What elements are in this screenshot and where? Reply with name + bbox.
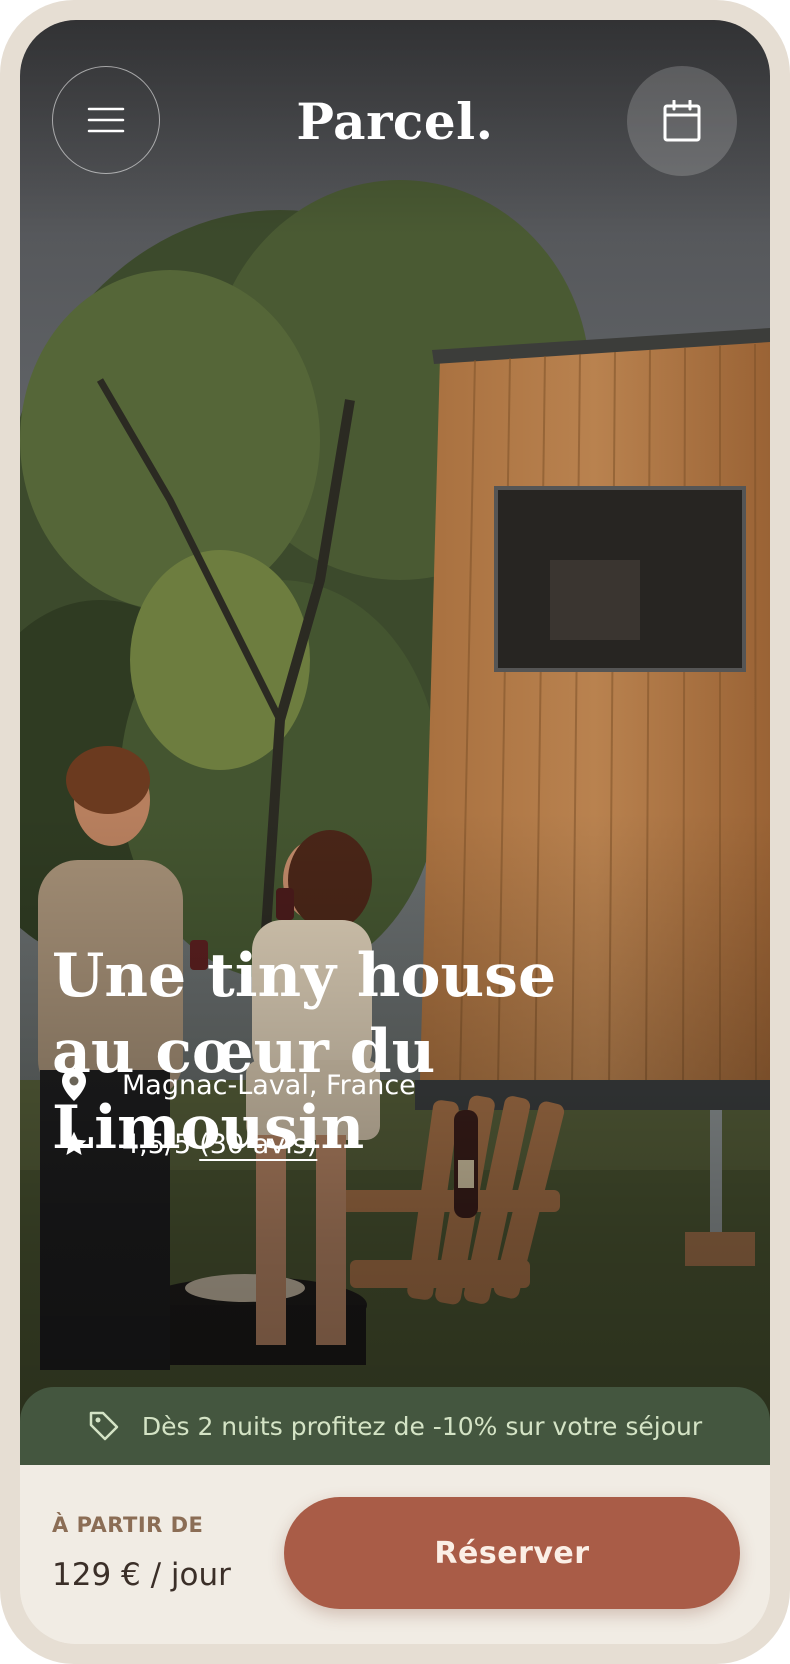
star-icon: [56, 1130, 92, 1158]
location-text: Magnac-Laval, France: [122, 1069, 416, 1101]
promo-banner: Dès 2 nuits profitez de -10% sur votre s…: [20, 1387, 770, 1465]
app-screen: Parcel. Une tiny house au cœur du Limous…: [20, 20, 770, 1644]
hero-photo: [20, 20, 770, 1460]
location-row: Magnac-Laval, France: [56, 1063, 416, 1107]
reserve-button[interactable]: Réserver: [284, 1497, 740, 1609]
promo-text: Dès 2 nuits profitez de -10% sur votre s…: [141, 1411, 703, 1441]
price-label: À PARTIR DE: [52, 1513, 204, 1537]
rating-value: 4,5/5: [122, 1128, 192, 1160]
title-line-1: Une tiny house: [52, 941, 557, 1011]
price-value: 129 € / jour: [52, 1557, 231, 1593]
calendar-button[interactable]: [627, 66, 737, 176]
calendar-icon: [663, 100, 701, 142]
phone-frame: Parcel. Une tiny house au cœur du Limous…: [0, 0, 790, 1664]
hero-section: Parcel. Une tiny house au cœur du Limous…: [20, 20, 770, 1460]
location-pin-icon: [56, 1068, 92, 1102]
booking-bar: À PARTIR DE 129 € / jour Réserver: [20, 1465, 770, 1644]
rating-row: 4,5/5 (30 avis): [56, 1122, 317, 1166]
reviews-link[interactable]: (30 avis): [199, 1129, 317, 1160]
tag-icon: [88, 1410, 120, 1442]
